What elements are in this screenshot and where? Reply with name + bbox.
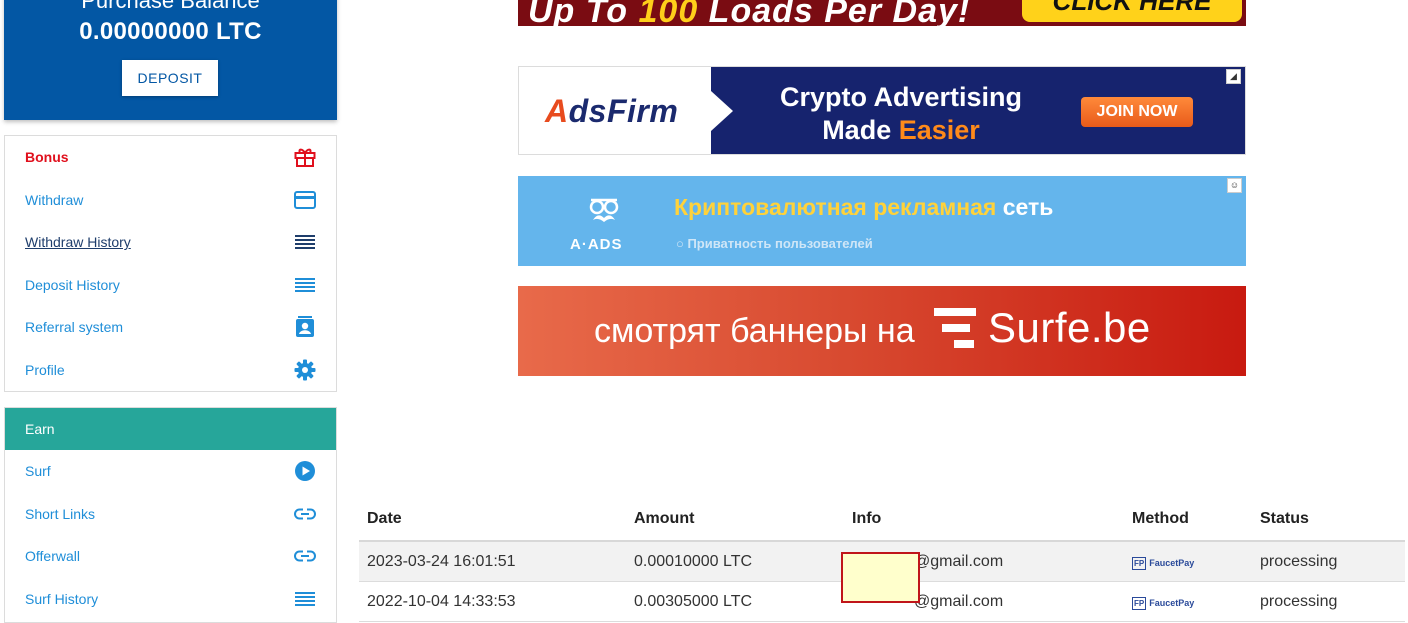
ad-choices-icon[interactable]: ◢ xyxy=(1226,69,1241,84)
column-header-status: Status xyxy=(1252,498,1405,542)
surfe-ad-banner[interactable]: смотрят баннеры на Surfe.be xyxy=(518,286,1246,376)
menu-item-bonus[interactable]: Bonus xyxy=(5,136,336,179)
menu-item-label: Short Links xyxy=(25,505,96,522)
cell-method: FP FaucetPay xyxy=(1124,541,1252,582)
menu-item-label: Surf xyxy=(25,463,51,480)
cell-status: processing xyxy=(1252,541,1405,582)
cell-status: processing xyxy=(1252,581,1405,622)
link-icon xyxy=(294,545,316,567)
faucetpay-icon: FP FaucetPay xyxy=(1132,596,1195,610)
column-header-date: Date xyxy=(359,498,626,542)
list-icon xyxy=(294,274,316,296)
aads-ad-banner[interactable]: A·ADS Криптовалютная рекламная сеть ○ Пр… xyxy=(518,176,1246,266)
link-icon xyxy=(294,503,316,525)
top-ad-banner[interactable]: Up To 100 Loads Per Day! CLICK HERE xyxy=(518,0,1246,26)
surfe-logo-icon xyxy=(934,308,976,348)
surfe-brand: Surfe.be xyxy=(988,304,1151,351)
menu-item-surf[interactable]: Surf xyxy=(5,450,336,493)
adsfirm-panel: Crypto Advertising Made Easier JOIN NOW xyxy=(711,67,1245,154)
column-header-info: Info xyxy=(844,498,1124,542)
menu-item-label: Bonus xyxy=(25,149,69,166)
account-menu: Bonus Withdraw Withdraw History Deposit … xyxy=(4,135,337,392)
aads-subtitle: ○ Приватность пользователей xyxy=(676,236,873,251)
list-icon xyxy=(294,588,316,610)
ad-info-icon[interactable]: ☺ xyxy=(1227,178,1242,193)
menu-item-label: Withdraw History xyxy=(25,234,131,251)
mustache-mask-icon xyxy=(589,198,619,222)
menu-item-label: Surf History xyxy=(25,590,99,607)
cell-method: FP FaucetPay xyxy=(1124,581,1252,622)
deposit-button[interactable]: DEPOSIT xyxy=(122,60,218,96)
adsfirm-logo: AdsFirm xyxy=(545,93,679,129)
menu-item-withdraw[interactable]: Withdraw xyxy=(5,179,336,222)
balance-title: Purchase Balance xyxy=(81,0,260,13)
cell-amount: 0.00010000 LTC xyxy=(626,541,844,582)
menu-item-short-links[interactable]: Short Links xyxy=(5,493,336,536)
top-ad-cta: CLICK HERE xyxy=(1022,0,1242,22)
aads-logo: A·ADS xyxy=(570,236,623,253)
redaction-box xyxy=(841,552,920,603)
menu-item-label: Withdraw xyxy=(25,191,84,208)
faucetpay-icon: FP FaucetPay xyxy=(1132,556,1195,570)
adsfirm-headline: Crypto Advertising Made Easier xyxy=(779,82,1023,145)
menu-item-label: Deposit History xyxy=(25,276,120,293)
surfe-text: смотрят баннеры на xyxy=(594,312,915,350)
menu-item-surf-history[interactable]: Surf History xyxy=(5,578,336,621)
column-header-method: Method xyxy=(1124,498,1252,542)
column-header-amount: Amount xyxy=(626,498,844,542)
credit-card-icon xyxy=(294,189,316,211)
top-ad-text: Up To 100 Loads Per Day! xyxy=(528,0,971,26)
list-icon xyxy=(294,231,316,253)
menu-item-referral[interactable]: Referral system xyxy=(5,306,336,349)
menu-item-label: Referral system xyxy=(25,319,124,336)
menu-item-offerwall[interactable]: Offerwall xyxy=(5,535,336,578)
menu-item-label: Profile xyxy=(25,361,65,378)
menu-item-withdraw-history[interactable]: Withdraw History xyxy=(5,221,336,264)
earn-menu: Earn Surf Short Links Offerwall Surf His… xyxy=(4,407,337,623)
adsfirm-ad-banner[interactable]: AdsFirm Crypto Advertising Made Easier J… xyxy=(518,66,1246,155)
earn-header: Earn xyxy=(5,408,336,450)
gear-icon xyxy=(294,359,316,381)
cell-date: 2023-03-24 16:01:51 xyxy=(359,541,626,582)
arrow-icon xyxy=(711,91,733,131)
aads-title: Криптовалютная рекламная сеть xyxy=(674,194,1054,220)
cell-amount: 0.00305000 LTC xyxy=(626,581,844,622)
gift-icon xyxy=(294,146,316,168)
join-now-button[interactable]: JOIN NOW xyxy=(1081,97,1193,127)
play-icon xyxy=(294,460,316,482)
contact-icon xyxy=(294,316,316,338)
menu-item-profile[interactable]: Profile xyxy=(5,349,336,392)
menu-item-label: Offerwall xyxy=(25,548,80,565)
balance-value: 0.00000000 LTC xyxy=(79,18,262,45)
cell-date: 2022-10-04 14:33:53 xyxy=(359,581,626,622)
table-header-row: Date Amount Info Method Status xyxy=(359,498,1405,542)
balance-card: Purchase Balance 0.00000000 LTC DEPOSIT xyxy=(4,0,337,120)
menu-item-deposit-history[interactable]: Deposit History xyxy=(5,264,336,307)
